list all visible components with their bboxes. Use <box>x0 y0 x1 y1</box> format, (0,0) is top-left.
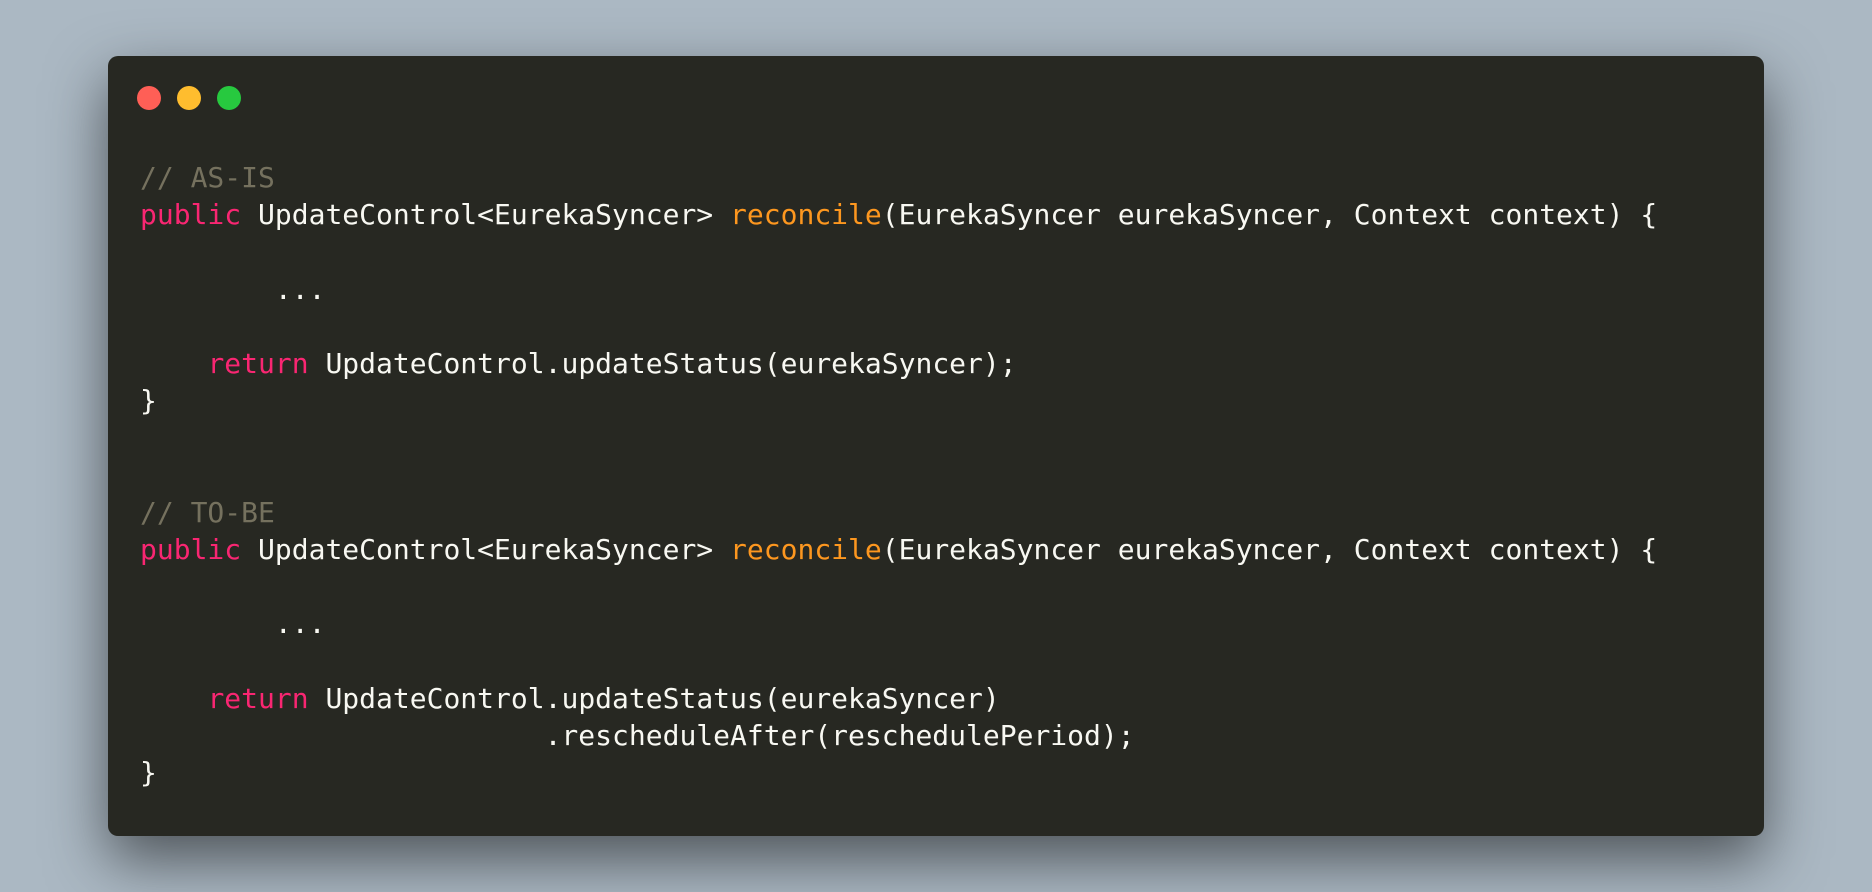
code-token-plain: ... <box>140 607 326 641</box>
code-token-keyword: public <box>140 198 242 232</box>
code-token-comment: // TO-BE <box>140 495 275 529</box>
code-token-keyword: return <box>207 681 309 715</box>
code-line: ... <box>140 271 1657 308</box>
code-line: public UpdateControl<EurekaSyncer> recon… <box>140 196 1657 233</box>
code-line: public UpdateControl<EurekaSyncer> recon… <box>140 531 1657 568</box>
code-line: return UpdateControl.updateStatus(eureka… <box>140 680 1657 717</box>
code-line: // TO-BE <box>140 494 1657 531</box>
code-token-plain: UpdateControl.updateStatus(eurekaSyncer) <box>308 681 1000 715</box>
code-token-function: reconcile <box>730 532 882 566</box>
code-token-plain: (EurekaSyncer eurekaSyncer, Context cont… <box>881 532 1658 566</box>
code-token-comment: // AS-IS <box>140 161 275 194</box>
code-token-plain: } <box>140 756 157 789</box>
code-token-keyword: return <box>207 346 309 380</box>
code-token-keyword: public <box>140 532 242 566</box>
code-line: .rescheduleAfter(reschedulePeriod); <box>140 717 1657 754</box>
code-window: // AS-IS public UpdateControl<EurekaSynce… <box>108 56 1764 836</box>
code-line: // AS-IS <box>140 159 1657 196</box>
code-token-plain: .rescheduleAfter(reschedulePeriod); <box>140 718 1135 752</box>
code-token-plain: UpdateControl<EurekaSyncer> <box>241 198 731 232</box>
code-token-plain: UpdateControl<EurekaSyncer> <box>241 532 731 566</box>
minimize-button[interactable] <box>177 86 201 110</box>
code-token-plain: ... <box>140 272 326 306</box>
window-controls <box>137 86 241 110</box>
code-token-plain: } <box>140 384 157 418</box>
code-token-plain: UpdateControl.updateStatus(eurekaSyncer)… <box>308 346 1017 380</box>
code-line: } <box>140 754 1657 791</box>
maximize-button[interactable] <box>217 86 241 110</box>
code-line: ... <box>140 605 1657 642</box>
code-token-plain: (EurekaSyncer eurekaSyncer, Context cont… <box>881 198 1658 232</box>
close-button[interactable] <box>137 86 161 110</box>
code-line: return UpdateControl.updateStatus(eureka… <box>140 345 1657 382</box>
code-line: } <box>140 382 1657 419</box>
code-token-function: reconcile <box>730 198 882 232</box>
code-block: // AS-IS public UpdateControl<EurekaSynce… <box>140 159 1657 791</box>
